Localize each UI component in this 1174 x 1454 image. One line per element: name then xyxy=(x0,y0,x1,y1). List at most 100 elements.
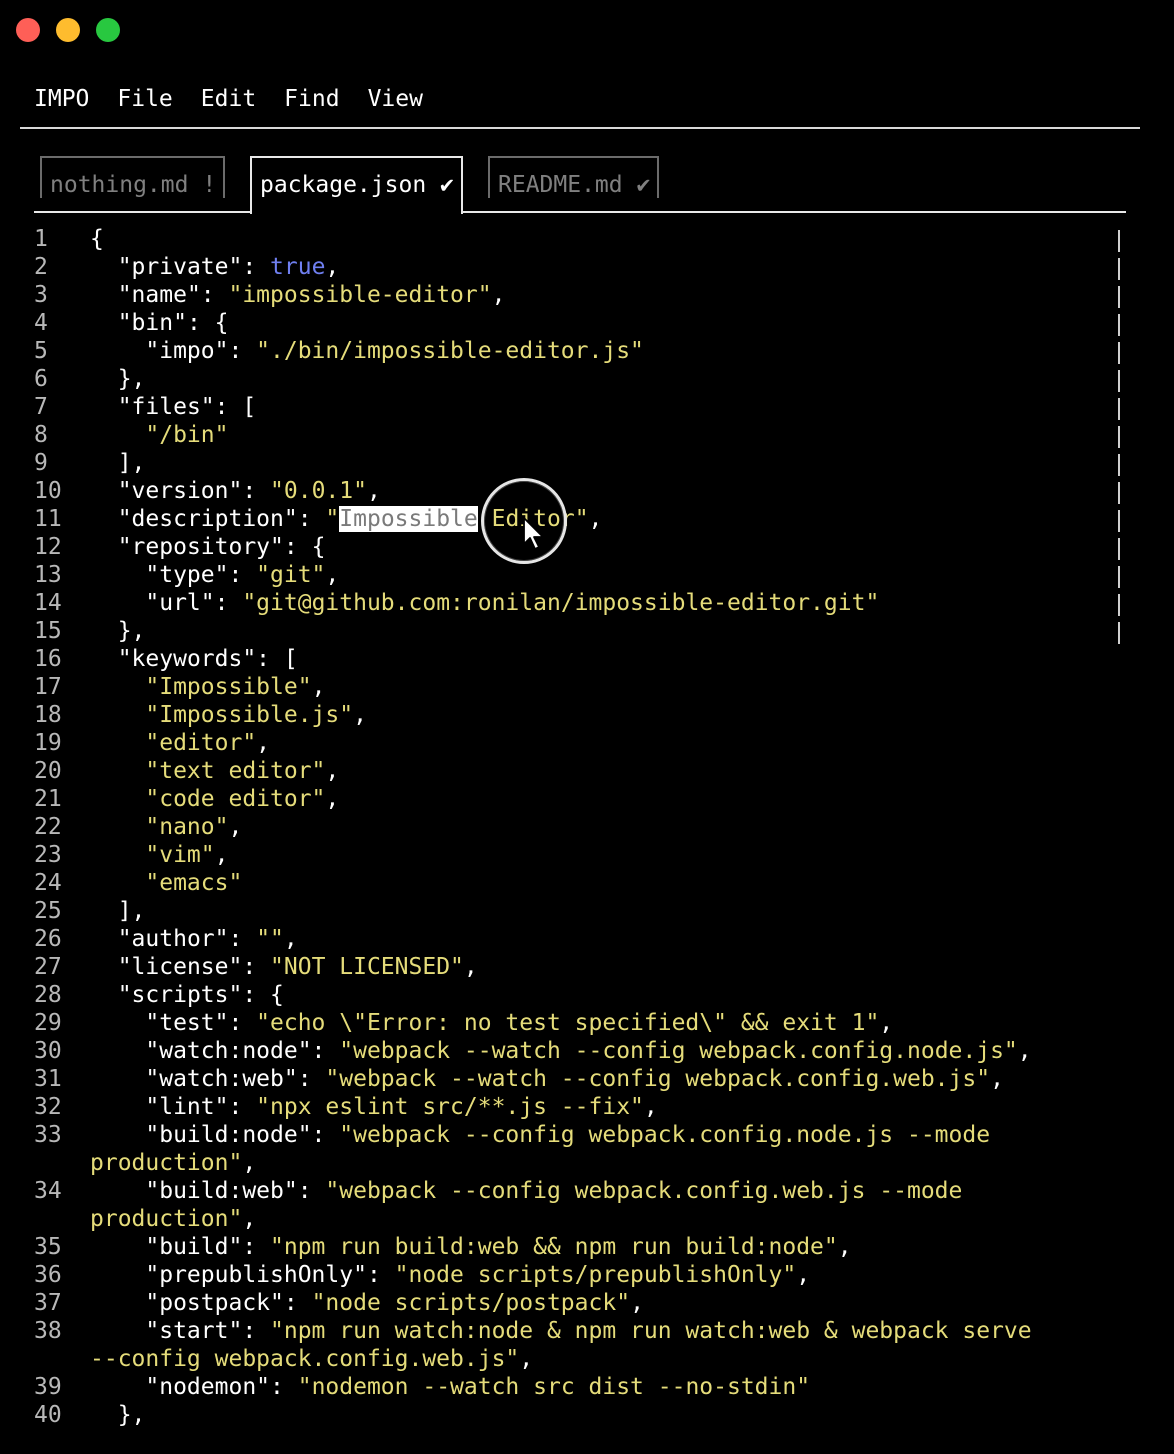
code-editor[interactable]: 1{2 "private": true, 3 "name": "impossibl… xyxy=(0,225,1174,1429)
line-number: 30 xyxy=(34,1038,62,1064)
menu-find[interactable]: Find xyxy=(284,82,339,116)
code-line[interactable]: 36 "prepublishOnly": "node scripts/prepu… xyxy=(0,1261,1174,1289)
code-line[interactable]: 26 "author": "", xyxy=(0,925,1174,953)
line-number: 22 xyxy=(34,814,62,840)
code-line[interactable]: 22 "nano", xyxy=(0,813,1174,841)
line-number: 19 xyxy=(34,730,62,756)
code-line[interactable]: 16 "keywords": [ xyxy=(0,645,1174,673)
string-token: "NOT LICENSED" xyxy=(270,954,464,980)
line-number: 13 xyxy=(34,562,62,588)
line-content: "postpack": "node scripts/postpack", xyxy=(90,1290,644,1316)
code-line[interactable]: 21 "code editor", xyxy=(0,785,1174,813)
menu-edit[interactable]: Edit xyxy=(201,82,256,116)
string-token: "./bin/impossible-editor.js" xyxy=(256,338,644,364)
code-line[interactable]: 2 "private": true, xyxy=(0,253,1174,281)
line-number: 12 xyxy=(34,534,62,560)
tab-readme-md[interactable]: README.md ✔ xyxy=(488,156,659,198)
code-line[interactable]: 38 "start": "npm run watch:node & npm ru… xyxy=(0,1317,1174,1373)
line-number: 2 xyxy=(34,254,48,280)
code-line[interactable]: 12 "repository": { xyxy=(0,533,1174,561)
line-number: 35 xyxy=(34,1234,62,1260)
string-token: "0.0.1" xyxy=(270,478,367,504)
code-line[interactable]: 18 "Impossible.js", xyxy=(0,701,1174,729)
code-line[interactable]: 34 "build:web": "webpack --config webpac… xyxy=(0,1177,1174,1233)
code-line[interactable]: 9 ], xyxy=(0,449,1174,477)
menu-file[interactable]: File xyxy=(117,82,172,116)
code-line[interactable]: 30 "watch:node": "webpack --watch --conf… xyxy=(0,1037,1174,1065)
line-content: }, xyxy=(90,618,146,644)
line-content: "lint": "npx eslint src/**.js --fix", xyxy=(90,1094,658,1120)
code-line[interactable]: 23 "vim", xyxy=(0,841,1174,869)
string-token: "node scripts/prepublishOnly" xyxy=(394,1262,797,1288)
code-line[interactable]: 8 "/bin" xyxy=(0,421,1174,449)
code-line[interactable]: 29 "test": "echo \"Error: no test specif… xyxy=(0,1009,1174,1037)
code-line[interactable]: 3 "name": "impossible-editor", xyxy=(0,281,1174,309)
code-line[interactable]: 10 "version": "0.0.1", xyxy=(0,477,1174,505)
code-line[interactable]: 20 "text editor", xyxy=(0,757,1174,785)
string-token: "code editor" xyxy=(145,786,326,812)
line-content: ], xyxy=(90,450,146,476)
code-line[interactable]: 31 "watch:web": "webpack --watch --confi… xyxy=(0,1065,1174,1093)
line-number: 10 xyxy=(34,478,62,504)
line-content: "files": [ xyxy=(90,394,257,420)
tab-nothing-md[interactable]: nothing.md ! xyxy=(40,156,225,198)
line-number: 4 xyxy=(34,310,48,336)
string-token: "webpack --watch --config webpack.config… xyxy=(339,1038,1018,1064)
code-line[interactable]: 28 "scripts": { xyxy=(0,981,1174,1009)
tab-package-json[interactable]: package.json ✔ xyxy=(250,156,463,214)
close-window-button[interactable] xyxy=(16,18,40,42)
line-number: 1 xyxy=(34,226,48,252)
line-number: 36 xyxy=(34,1262,62,1288)
menu-bar: IMPO File Edit Find View xyxy=(34,82,423,116)
minimize-window-button[interactable] xyxy=(56,18,80,42)
maximize-window-button[interactable] xyxy=(96,18,120,42)
menu-view[interactable]: View xyxy=(368,82,423,116)
code-line[interactable]: 32 "lint": "npx eslint src/**.js --fix", xyxy=(0,1093,1174,1121)
code-line[interactable]: 27 "license": "NOT LICENSED", xyxy=(0,953,1174,981)
code-line[interactable]: 7 "files": [ xyxy=(0,393,1174,421)
line-number: 6 xyxy=(34,366,48,392)
code-line[interactable]: 25 ], xyxy=(0,897,1174,925)
line-content: "url": "git@github.com:ronilan/impossibl… xyxy=(90,590,880,616)
code-line[interactable]: 37 "postpack": "node scripts/postpack", xyxy=(0,1289,1174,1317)
line-number: 9 xyxy=(34,450,48,476)
code-line[interactable]: 19 "editor", xyxy=(0,729,1174,757)
code-line[interactable]: 15 }, xyxy=(0,617,1174,645)
code-line[interactable]: 24 "emacs" xyxy=(0,869,1174,897)
scrollbar[interactable] xyxy=(1118,230,1120,644)
code-line[interactable]: 39 "nodemon": "nodemon --watch src dist … xyxy=(0,1373,1174,1401)
code-line[interactable]: 5 "impo": "./bin/impossible-editor.js" xyxy=(0,337,1174,365)
code-line[interactable]: 1{ xyxy=(0,225,1174,253)
line-content: "build:web": "webpack --config webpack.c… xyxy=(90,1178,963,1232)
string-token: "emacs" xyxy=(145,870,243,896)
menu-impo[interactable]: IMPO xyxy=(34,82,89,116)
code-line[interactable]: 17 "Impossible", xyxy=(0,673,1174,701)
line-content: "version": "0.0.1", xyxy=(90,478,381,504)
line-content: "nodemon": "nodemon --watch src dist --n… xyxy=(90,1374,811,1400)
line-number: 23 xyxy=(34,842,62,868)
line-content: "test": "echo \"Error: no test specified… xyxy=(90,1010,894,1036)
code-line[interactable]: 33 "build:node": "webpack --config webpa… xyxy=(0,1121,1174,1177)
code-line[interactable]: 35 "build": "npm run build:web && npm ru… xyxy=(0,1233,1174,1261)
line-number: 17 xyxy=(34,674,62,700)
line-number: 25 xyxy=(34,898,62,924)
tab-divider xyxy=(34,211,1126,213)
line-number: 24 xyxy=(34,870,62,896)
line-number: 40 xyxy=(34,1402,62,1428)
line-content: "description": "Impossible Editor", xyxy=(90,506,603,532)
code-line[interactable]: 40 }, xyxy=(0,1401,1174,1429)
code-line[interactable]: 6 }, xyxy=(0,365,1174,393)
string-token: "impossible-editor" xyxy=(228,282,492,308)
code-line[interactable]: 11 "description": "Impossible Editor", xyxy=(0,505,1174,533)
string-token: "npm run watch:node & npm run watch:web … xyxy=(270,1318,1032,1344)
line-content: "impo": "./bin/impossible-editor.js" xyxy=(90,338,644,364)
code-line[interactable]: 13 "type": "git", xyxy=(0,561,1174,589)
line-content: "name": "impossible-editor", xyxy=(90,282,506,308)
string-token: "git@github.com:ronilan/impossible-edito… xyxy=(242,590,880,616)
string-token: "nano" xyxy=(145,814,229,840)
line-content: "editor", xyxy=(145,730,271,756)
code-line[interactable]: 14 "url": "git@github.com:ronilan/imposs… xyxy=(0,589,1174,617)
line-number: 37 xyxy=(34,1290,62,1316)
string-token: "webpack --config webpack.config.node.js… xyxy=(339,1122,991,1148)
code-line[interactable]: 4 "bin": { xyxy=(0,309,1174,337)
